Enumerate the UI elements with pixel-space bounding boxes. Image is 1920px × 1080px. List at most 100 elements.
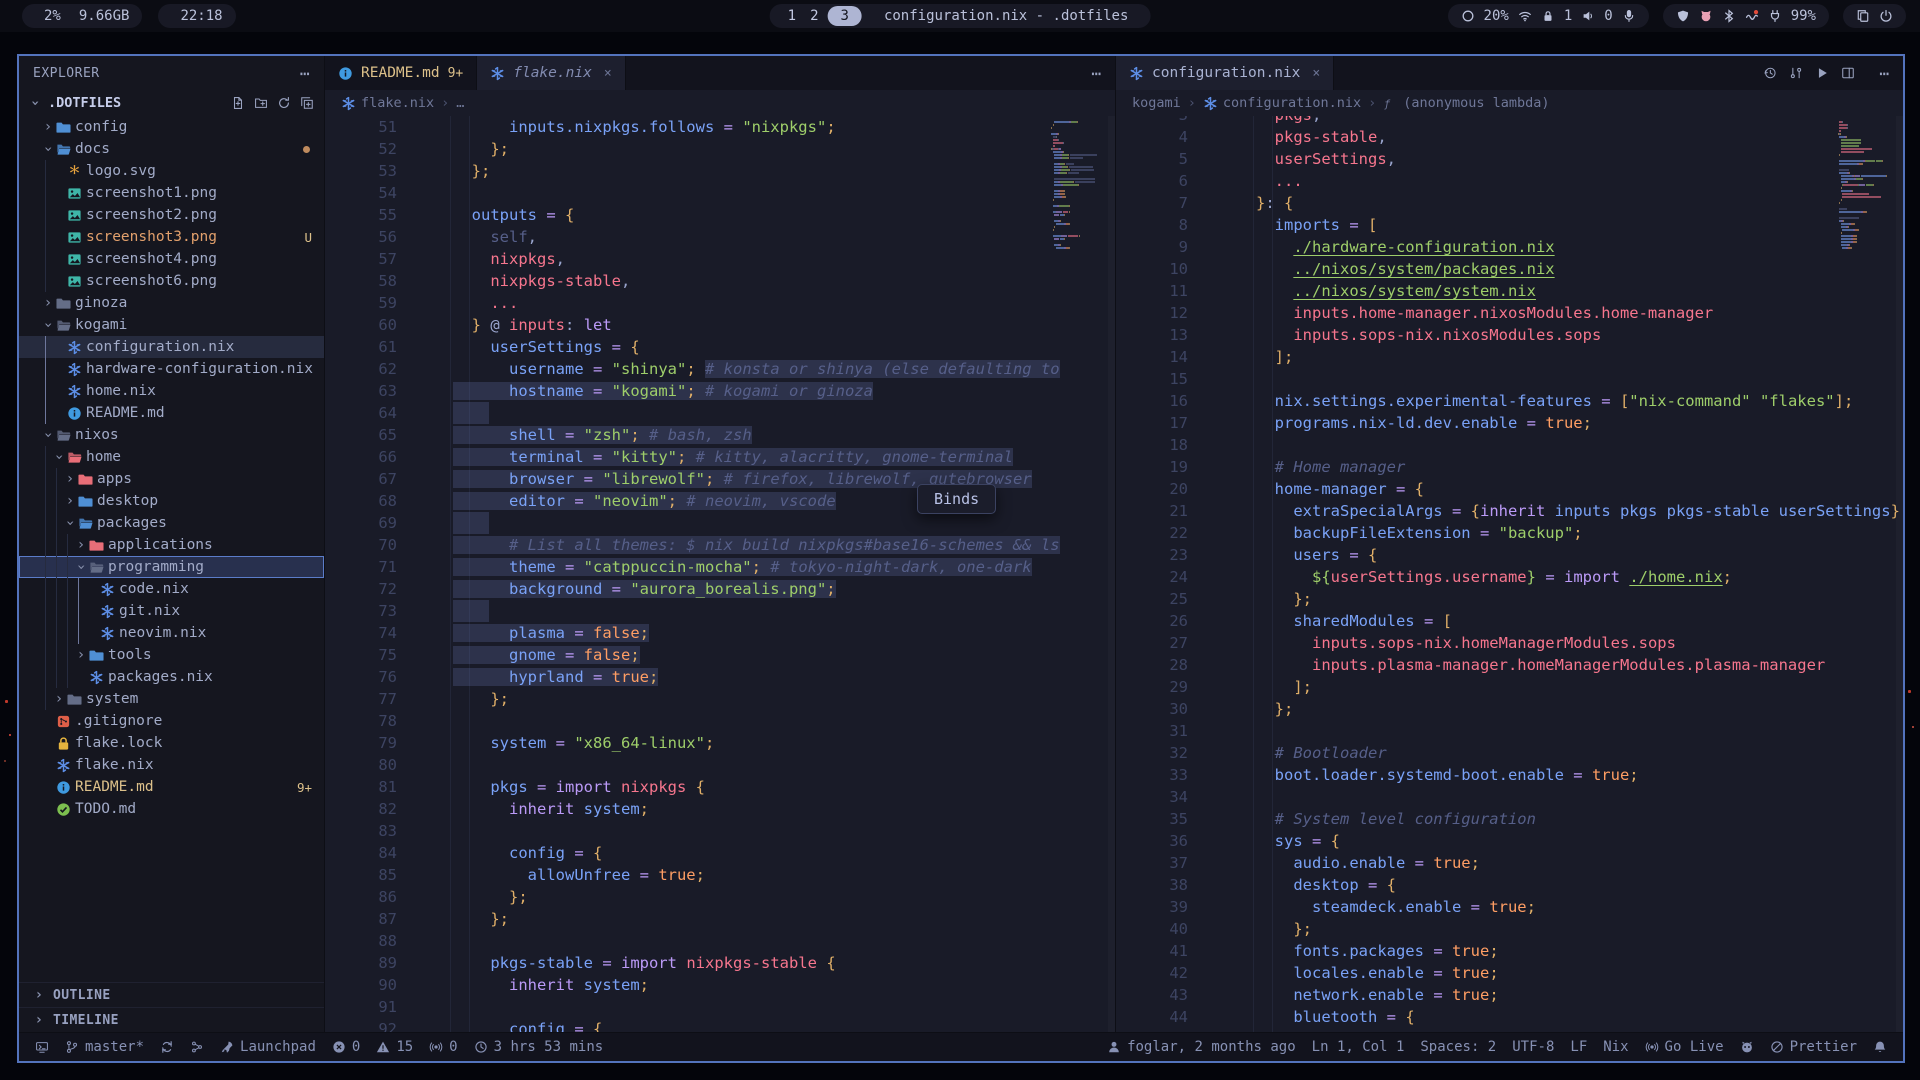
- line-number[interactable]: 34: [1116, 786, 1210, 808]
- line-number[interactable]: 20: [1116, 478, 1210, 500]
- tab-configuration.nix[interactable]: configuration.nix×: [1116, 56, 1334, 90]
- collapse-icon[interactable]: [300, 96, 314, 110]
- line-number[interactable]: 86: [325, 886, 419, 908]
- close-icon[interactable]: ×: [1312, 66, 1320, 81]
- code-line-8[interactable]: 8 imports = [: [1116, 214, 1903, 236]
- code-line-63[interactable]: 63 hostname = "kogami"; # kogami or gino…: [325, 380, 1115, 402]
- code-line-26[interactable]: 26 sharedModules = [: [1116, 610, 1903, 632]
- tree-item-flake.lock[interactable]: flake.lock: [19, 732, 324, 754]
- line-number[interactable]: 59: [325, 292, 419, 314]
- tree-item-packages.nix[interactable]: packages.nix: [19, 666, 324, 688]
- tree-item-docs[interactable]: ›docs: [19, 138, 324, 160]
- code-line-20[interactable]: 20 home-manager = {: [1116, 478, 1903, 500]
- status-item-sync[interactable]: [152, 1033, 182, 1061]
- code-line-53[interactable]: 53 };: [325, 160, 1115, 182]
- line-number[interactable]: 12: [1116, 302, 1210, 324]
- line-number[interactable]: 6: [1116, 170, 1210, 192]
- line-number[interactable]: 4: [1116, 126, 1210, 148]
- code-line-85[interactable]: 85 allowUnfree = true;: [325, 864, 1115, 886]
- code-line-73[interactable]: 73: [325, 600, 1115, 622]
- status-item-15[interactable]: 15: [368, 1033, 421, 1061]
- status-item-graph[interactable]: [182, 1033, 212, 1061]
- code-line-61[interactable]: 61 userSettings = {: [325, 336, 1115, 358]
- line-number[interactable]: 7: [1116, 192, 1210, 214]
- line-number[interactable]: 51: [325, 116, 419, 138]
- code-line-15[interactable]: 15: [1116, 368, 1903, 390]
- code-line-87[interactable]: 87 };: [325, 908, 1115, 930]
- code-line-84[interactable]: 84 config = {: [325, 842, 1115, 864]
- more-actions-icon[interactable]: ⋯: [1091, 64, 1102, 83]
- tree-item-TODO.md[interactable]: TODO.md: [19, 798, 324, 820]
- tree-item-apps[interactable]: ›apps: [19, 468, 324, 490]
- code-line-32[interactable]: 32 # Bootloader: [1116, 742, 1903, 764]
- code-line-22[interactable]: 22 backupFileExtension = "backup";: [1116, 522, 1903, 544]
- tree-item-hardware-configuration.nix[interactable]: hardware-configuration.nix: [19, 358, 324, 380]
- timeline-section[interactable]: › TIMELINE: [19, 1007, 324, 1032]
- line-number[interactable]: 67: [325, 468, 419, 490]
- clipboard-icon[interactable]: [1856, 9, 1870, 23]
- line-number[interactable]: 82: [325, 798, 419, 820]
- line-number[interactable]: 18: [1116, 434, 1210, 456]
- code-line-40[interactable]: 40 };: [1116, 918, 1903, 940]
- code-line-38[interactable]: 38 desktop = {: [1116, 874, 1903, 896]
- code-line-27[interactable]: 27 inputs.sops-nix.homeManagerModules.so…: [1116, 632, 1903, 654]
- line-number[interactable]: 10: [1116, 258, 1210, 280]
- line-number[interactable]: 53: [325, 160, 419, 182]
- tree-item-config[interactable]: ›config: [19, 116, 324, 138]
- line-number[interactable]: 55: [325, 204, 419, 226]
- wave-icon[interactable]: [1745, 9, 1759, 23]
- status-item-spaces-2[interactable]: Spaces: 2: [1412, 1033, 1504, 1061]
- line-number[interactable]: 17: [1116, 412, 1210, 434]
- editor1-minimap[interactable]: [1050, 118, 1108, 249]
- line-number[interactable]: 56: [325, 226, 419, 248]
- code-line-89[interactable]: 89 pkgs-stable = import nixpkgs-stable {: [325, 952, 1115, 974]
- code-line-39[interactable]: 39 steamdeck.enable = true;: [1116, 896, 1903, 918]
- code-line-56[interactable]: 56 self,: [325, 226, 1115, 248]
- status-item-0[interactable]: 0: [421, 1033, 465, 1061]
- tree-item-screenshot3.png[interactable]: screenshot3.pngU: [19, 226, 324, 248]
- tree-item-home[interactable]: ›home: [19, 446, 324, 468]
- plug-icon[interactable]: [1768, 9, 1782, 23]
- line-number[interactable]: 8: [1116, 214, 1210, 236]
- line-number[interactable]: 31: [1116, 720, 1210, 742]
- code-line-82[interactable]: 82 inherit system;: [325, 798, 1115, 820]
- line-number[interactable]: 62: [325, 358, 419, 380]
- status-item-master[interactable]: master*: [57, 1033, 152, 1061]
- status-item-bell[interactable]: [1865, 1033, 1895, 1061]
- ring-icon[interactable]: [1461, 9, 1475, 23]
- line-number[interactable]: 27: [1116, 632, 1210, 654]
- code-line-28[interactable]: 28 inputs.plasma-manager.homeManagerModu…: [1116, 654, 1903, 676]
- status-item-remote[interactable]: [27, 1033, 57, 1061]
- tree-item-README.md[interactable]: README.md: [19, 402, 324, 424]
- line-number[interactable]: 26: [1116, 610, 1210, 632]
- code-line-66[interactable]: 66 terminal = "kitty"; # kitty, alacritt…: [325, 446, 1115, 468]
- line-number[interactable]: 43: [1116, 984, 1210, 1006]
- status-item-octo[interactable]: [1732, 1033, 1762, 1061]
- new-file-icon[interactable]: [231, 96, 245, 110]
- breadcrumb-item[interactable]: …: [456, 95, 464, 111]
- code-line-65[interactable]: 65 shell = "zsh"; # bash, zsh: [325, 424, 1115, 446]
- bluetooth-icon[interactable]: [1722, 9, 1736, 23]
- code-line-72[interactable]: 72 background = "aurora_borealis.png";: [325, 578, 1115, 600]
- line-number[interactable]: 75: [325, 644, 419, 666]
- line-number[interactable]: 13: [1116, 324, 1210, 346]
- code-line-62[interactable]: 62 username = "shinya"; # konsta or shin…: [325, 358, 1115, 380]
- status-item-go-live[interactable]: Go Live: [1637, 1033, 1732, 1061]
- status-item-foglar-2-months-ago[interactable]: foglar, 2 months ago: [1099, 1033, 1304, 1061]
- line-number[interactable]: 3: [1116, 116, 1210, 126]
- code-line-24[interactable]: 24 ${userSettings.username} = import ./h…: [1116, 566, 1903, 588]
- line-number[interactable]: 30: [1116, 698, 1210, 720]
- status-item-prettier[interactable]: Prettier: [1762, 1033, 1865, 1061]
- code-line-91[interactable]: 91: [325, 996, 1115, 1018]
- history-icon[interactable]: [1763, 66, 1777, 80]
- tree-item-home.nix[interactable]: home.nix: [19, 380, 324, 402]
- breadcrumb-item[interactable]: kogami: [1132, 95, 1181, 111]
- breadcrumb-item[interactable]: ƒ(anonymous lambda): [1383, 95, 1549, 111]
- code-line-57[interactable]: 57 nixpkgs,: [325, 248, 1115, 270]
- new-folder-icon[interactable]: [254, 96, 268, 110]
- code-line-59[interactable]: 59 ...: [325, 292, 1115, 314]
- status-item-3-hrs-53-mins[interactable]: 3 hrs 53 mins: [466, 1033, 612, 1061]
- tree-item-desktop[interactable]: ›desktop: [19, 490, 324, 512]
- code-line-79[interactable]: 79 system = "x86_64-linux";: [325, 732, 1115, 754]
- code-line-33[interactable]: 33 boot.loader.systemd-boot.enable = tru…: [1116, 764, 1903, 786]
